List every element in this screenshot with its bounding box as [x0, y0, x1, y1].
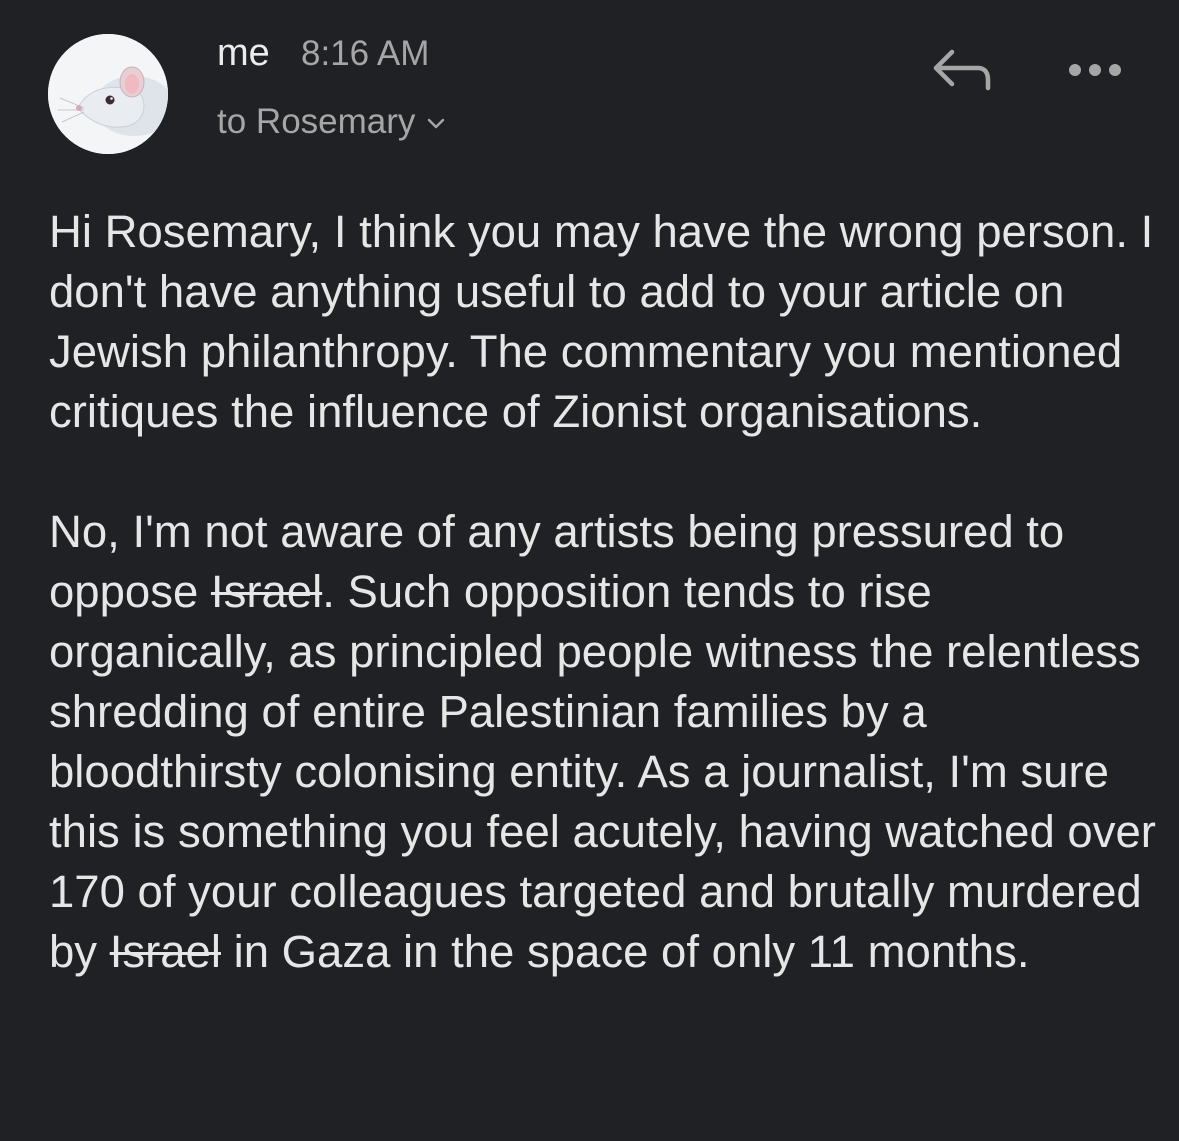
paragraph-2-text-2: . Such opposition tends to rise organica… — [49, 566, 1156, 977]
recipient-details-toggle[interactable]: to Rosemary — [217, 100, 445, 144]
paragraph-2-text-3: in Gaza in the space of only 11 months. — [220, 926, 1030, 977]
struck-word: Israel — [109, 926, 221, 977]
rat-avatar-icon — [48, 34, 168, 154]
struck-word: Israel — [210, 566, 323, 617]
chevron-down-icon — [428, 118, 445, 129]
recipient-label: to Rosemary — [217, 102, 416, 141]
sender-name: me — [217, 32, 270, 74]
more-options-icon — [1069, 64, 1121, 76]
message-time: 8:16 AM — [301, 34, 430, 73]
message-header: me 8:16 AM to Rosemary — [0, 0, 1179, 170]
message-body: Hi Rosemary, I think you may have the wr… — [49, 202, 1159, 982]
more-options-button[interactable] — [1063, 50, 1127, 90]
sender-avatar[interactable] — [48, 34, 168, 154]
message-paragraph-2: No, I'm not aware of any artists being p… — [49, 502, 1159, 982]
reply-arrow-icon — [933, 49, 991, 91]
message-paragraph-1: Hi Rosemary, I think you may have the wr… — [49, 206, 1154, 437]
reply-button[interactable] — [928, 42, 998, 98]
